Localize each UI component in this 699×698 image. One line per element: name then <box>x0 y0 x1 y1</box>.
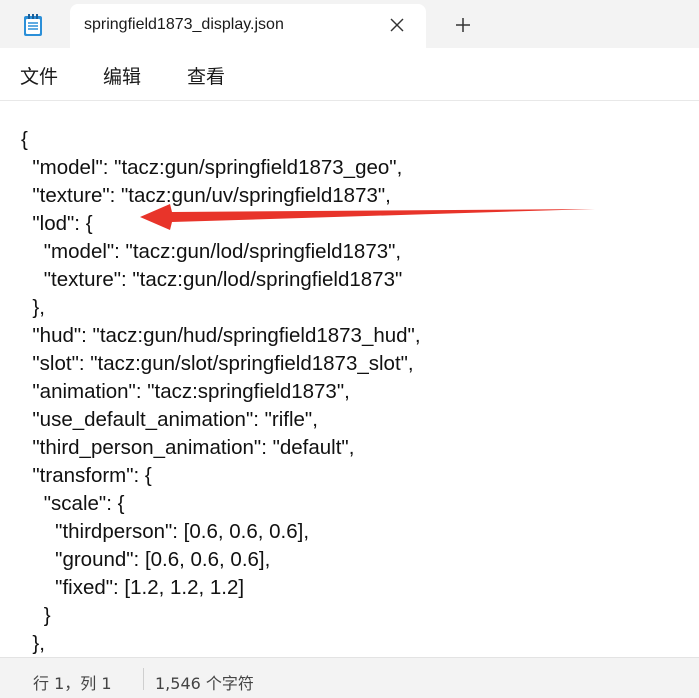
tab-title: springfield1873_display.json <box>84 16 284 33</box>
menu-view[interactable]: 查看 <box>187 62 225 89</box>
menu-edit[interactable]: 编辑 <box>103 62 141 89</box>
status-divider <box>143 668 144 690</box>
close-icon[interactable] <box>386 14 408 36</box>
cursor-position: 行 1，列 1 <box>33 674 112 693</box>
menu-file[interactable]: 文件 <box>20 62 58 89</box>
tab-file[interactable]: springfield1873_display.json <box>70 4 426 48</box>
plus-icon[interactable] <box>452 14 474 36</box>
status-bar: 行 1，列 1 1,546 个字符 <box>0 657 699 698</box>
notepad-icon <box>24 14 42 36</box>
menu-bar: 文件 编辑 查看 <box>0 48 699 101</box>
text-editor[interactable]: { "model": "tacz:gun/springfield1873_geo… <box>0 101 699 657</box>
tab-bar: springfield1873_display.json <box>0 0 699 48</box>
annotation-arrow <box>140 204 595 230</box>
char-count: 1,546 个字符 <box>155 674 254 693</box>
